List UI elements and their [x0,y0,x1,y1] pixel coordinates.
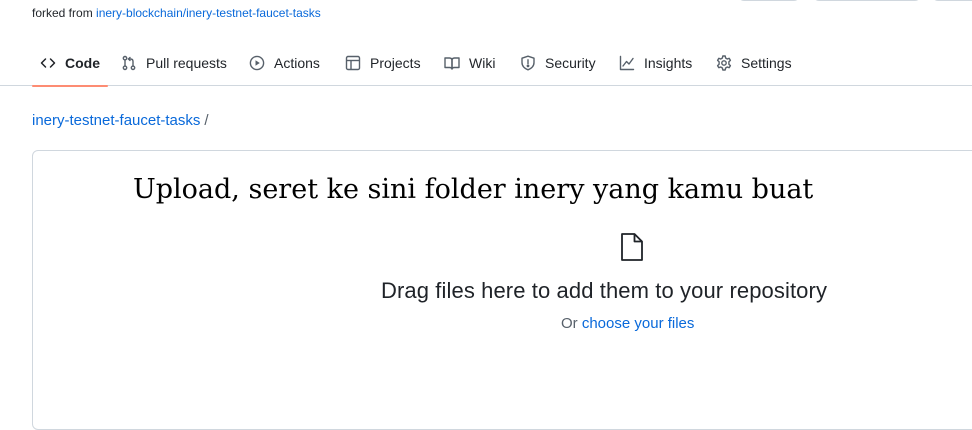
fork-prefix: forked from [32,6,93,20]
or-text: Or [561,315,578,332]
graph-icon [619,55,635,71]
breadcrumb-separator: / [204,112,209,129]
gear-icon [716,55,732,71]
tab-wiki[interactable]: Wiki [444,40,495,86]
top-action-button-1[interactable] [738,0,800,1]
tab-label: Actions [274,55,320,71]
book-icon [444,55,460,71]
tab-label: Security [545,55,596,71]
tab-code[interactable]: Code [32,40,108,87]
tab-label: Pull requests [146,55,227,71]
fork-notice: forked from inery-blockchain/inery-testn… [32,6,321,20]
fork-source-link[interactable]: inery-blockchain/inery-testnet-faucet-ta… [96,6,321,20]
tab-label: Insights [644,55,693,71]
tab-label: Projects [370,55,421,71]
pull-request-icon [121,55,137,71]
tab-projects[interactable]: Projects [345,40,421,86]
choose-files-line: Or choose your files [561,315,694,332]
breadcrumb: inery-testnet-faucet-tasks / [32,112,209,129]
file-icon [619,232,645,262]
code-icon [40,55,56,71]
top-action-button-2[interactable] [813,0,921,1]
drag-files-title: Drag files here to add them to your repo… [381,278,828,303]
tab-label: Wiki [469,55,496,71]
play-circle-icon [249,55,265,71]
tab-label: Code [65,55,100,71]
tab-label: Settings [741,55,792,71]
shield-icon [520,55,536,71]
upload-instruction-annotation: Upload, seret ke sini folder inery yang … [133,174,814,205]
tab-pull-requests[interactable]: Pull requests [121,40,227,86]
top-action-button-3[interactable] [932,0,972,1]
tab-settings[interactable]: Settings [716,40,792,86]
tab-security[interactable]: Security [520,40,596,86]
tab-insights[interactable]: Insights [619,40,692,86]
breadcrumb-repo-link[interactable]: inery-testnet-faucet-tasks [32,112,200,129]
table-icon [345,55,361,71]
repo-tab-nav: Code Pull requests Actions Projects Wiki… [0,40,972,87]
choose-files-link[interactable]: choose your files [582,315,695,332]
tab-actions[interactable]: Actions [249,40,320,86]
